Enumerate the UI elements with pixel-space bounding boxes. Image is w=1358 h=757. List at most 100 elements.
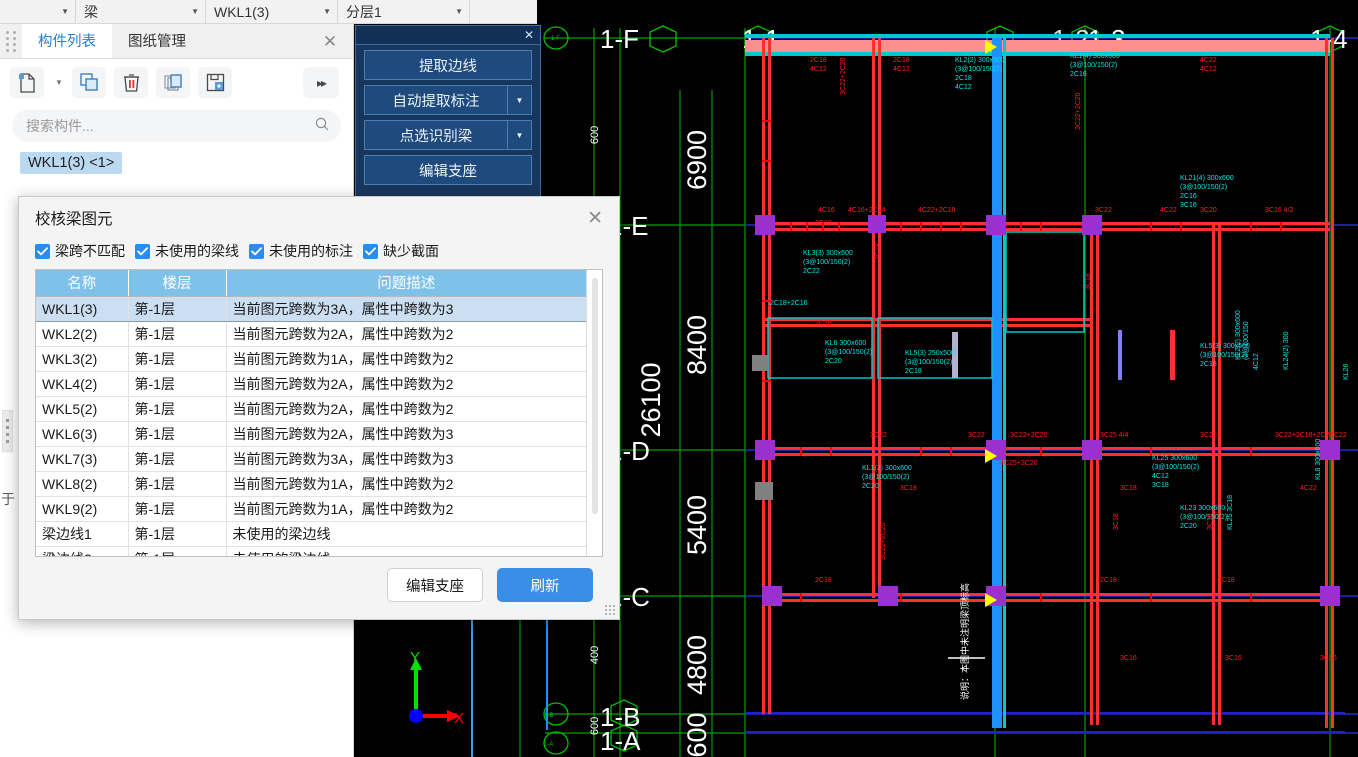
issue-table-scroll[interactable]: 名称 楼层 问题描述 WKL1(3) 第-1层 当前图元跨数为3A，属性中跨数为3 W… (36, 270, 586, 556)
svg-text:2C18+2C16: 2C18+2C16 (770, 300, 808, 307)
filter-unused-annotation[interactable]: 未使用的标注 (249, 241, 353, 261)
chevron-down-icon: ▼ (61, 7, 69, 16)
filter-span-mismatch[interactable]: 梁跨不匹配 (35, 241, 125, 261)
issue-floor: 第-1层 (128, 446, 227, 472)
checkbox-icon[interactable] (249, 243, 264, 259)
svg-text:4C16+2C14: 4C16+2C14 (848, 207, 886, 214)
table-row[interactable]: WKL7(3) 第-1层 当前图元跨数为3A，属性中跨数为3 (36, 446, 586, 472)
svg-text:4C12: 4C12 (1200, 66, 1217, 73)
svg-text:KL24(2) 300: KL24(2) 300 (1283, 331, 1290, 370)
table-row[interactable]: WKL6(3) 第-1层 当前图元跨数为2A，属性中跨数为3 (36, 421, 586, 447)
tab-drawing-management[interactable]: 图纸管理 (112, 24, 202, 58)
dropdown-layer[interactable]: 分层1 ▼ (338, 0, 470, 23)
duplicate-icon[interactable] (156, 67, 190, 98)
svg-text:KL8 300x600: KL8 300x600 (1315, 439, 1322, 480)
topbar-filler (470, 0, 537, 23)
issue-name: WKL8(2) (36, 471, 129, 497)
dialog-resize-grip[interactable] (605, 605, 615, 615)
svg-text:2C18: 2C18 (905, 368, 922, 375)
table-row[interactable]: 梁边线1 第-1层 未使用的梁边线 (36, 521, 586, 547)
scrollbar-thumb[interactable] (592, 278, 598, 514)
column-header-description[interactable]: 问题描述 (226, 270, 586, 297)
table-row[interactable]: WKL9(2) 第-1层 当前图元跨数为1A，属性中跨数为2 (36, 496, 586, 522)
copy-icon[interactable] (72, 67, 106, 98)
chevron-down-icon[interactable]: ▼ (507, 121, 531, 149)
close-icon[interactable]: ✕ (524, 29, 534, 41)
svg-text:2C16: 2C16 (1180, 193, 1197, 200)
svg-text:3C18: 3C18 (1152, 482, 1169, 489)
chevron-down-icon: ▼ (455, 7, 463, 16)
filter-missing-section[interactable]: 缺少截面 (363, 241, 439, 261)
pick-identify-beam-button[interactable]: 点选识别梁 ▼ (364, 120, 532, 150)
issue-description: 当前图元跨数为2A，属性中跨数为3 (226, 421, 586, 447)
dropdown-blank[interactable]: ▼ (0, 0, 76, 23)
delete-icon[interactable] (114, 67, 148, 98)
table-row[interactable]: WKL2(2) 第-1层 当前图元跨数为2A，属性中跨数为2 (36, 321, 586, 347)
issue-description: 未使用的梁边线 (226, 546, 586, 556)
search-component-box[interactable] (12, 110, 341, 142)
table-row[interactable]: WKL1(3) 第-1层 当前图元跨数为3A，属性中跨数为3 (36, 295, 586, 322)
table-row[interactable]: WKL3(2) 第-1层 当前图元跨数为1A，属性中跨数为2 (36, 346, 586, 372)
filter-missing-section-label: 缺少截面 (383, 243, 439, 259)
refresh-button[interactable]: 刷新 (497, 568, 593, 602)
issue-floor: 第-1层 (128, 371, 227, 397)
auto-extract-annotation-button[interactable]: 自动提取标注 ▼ (364, 85, 532, 115)
checkbox-icon[interactable] (363, 243, 378, 259)
dialog-titlebar[interactable]: 校核梁图元 ✕ (19, 197, 619, 239)
collapse-icon[interactable]: ▸▸ (303, 67, 339, 98)
tab-component-list[interactable]: 构件列表 (22, 24, 112, 58)
svg-text:4C12: 4C12 (1152, 473, 1169, 480)
svg-text:KL25 3C18: KL25 3C18 (1227, 495, 1234, 530)
dropdown-component-name[interactable]: WKL1(3) ▼ (206, 0, 338, 23)
svg-text:3C18: 3C18 (1120, 485, 1137, 492)
svg-text:2C20: 2C20 (862, 483, 879, 490)
cad-minor-dimension: 600 (589, 126, 601, 144)
svg-text:3C16: 3C16 (1120, 655, 1137, 662)
panel-vertical-resize-handle[interactable] (2, 410, 13, 452)
save-as-icon[interactable] (198, 67, 232, 98)
cad-axis-x-label: X (454, 710, 464, 727)
dropdown-layer-value: 分层1 (346, 3, 382, 20)
issue-description: 当前图元跨数为3A，属性中跨数为3 (226, 295, 586, 322)
table-scrollbar[interactable] (586, 270, 602, 556)
cad-dimension: 8400 (682, 315, 712, 375)
column-header-floor[interactable]: 楼层 (128, 270, 227, 297)
search-input[interactable] (26, 118, 315, 134)
table-row[interactable]: 梁边线2第-1层未使用的梁边线 (36, 546, 586, 556)
svg-text:3C22+2C18+2C20: 3C22+2C18+2C20 (1275, 432, 1333, 439)
new-component-dropdown-icon[interactable]: ▼ (52, 67, 66, 98)
edit-support-button[interactable]: 编辑支座 (387, 568, 483, 602)
list-item[interactable]: WKL1(3) <1> (20, 152, 123, 174)
column-header-name[interactable]: 名称 (36, 270, 129, 297)
panel-drag-handle[interactable] (0, 24, 22, 58)
cad-minor-dimension: 600 (589, 717, 601, 735)
dropdown-component-type[interactable]: 梁 ▼ (76, 0, 206, 23)
table-row[interactable]: WKL4(2) 第-1层 当前图元跨数为2A，属性中跨数为2 (36, 371, 586, 397)
svg-text:3C25: 3C25 (1200, 432, 1217, 439)
cad-grid-label: 1-A (600, 726, 641, 756)
svg-text:4C22: 4C22 (1160, 207, 1177, 214)
close-icon[interactable]: ✕ (583, 209, 607, 228)
cad-minor-dimension: 400 (589, 646, 601, 664)
filter-unused-annotation-label: 未使用的标注 (269, 243, 353, 259)
cad-tool-panel-titlebar[interactable]: ✕ (356, 26, 540, 45)
svg-text:2C18: 2C18 (810, 57, 827, 64)
svg-text:(3@100/150(2): (3@100/150(2) (1180, 514, 1227, 521)
svg-text:4C12: 4C12 (893, 66, 910, 73)
chevron-down-icon[interactable]: ▼ (507, 86, 531, 114)
svg-text:3C16: 3C16 (1320, 655, 1337, 662)
filter-unused-beam-line[interactable]: 未使用的梁线 (135, 241, 239, 261)
table-row[interactable]: WKL8(2) 第-1层 当前图元跨数为1A，属性中跨数为2 (36, 471, 586, 497)
svg-text:KL1(3) 300x600: KL1(3) 300x600 (862, 465, 912, 472)
checkbox-icon[interactable] (135, 243, 150, 259)
edit-support-button[interactable]: 编辑支座 (364, 155, 532, 185)
new-component-icon[interactable] (10, 67, 44, 98)
svg-text:3C18: 3C18 (1207, 513, 1214, 530)
close-icon[interactable]: ✕ (317, 24, 343, 59)
svg-text:KL3(3) 300x600: KL3(3) 300x600 (803, 250, 853, 257)
issue-name: WKL9(2) (36, 496, 129, 522)
extract-edge-button[interactable]: 提取边线 (364, 50, 532, 80)
issue-description: 当前图元跨数为2A，属性中跨数为2 (226, 396, 586, 422)
table-row[interactable]: WKL5(2) 第-1层 当前图元跨数为2A，属性中跨数为2 (36, 396, 586, 422)
checkbox-icon[interactable] (35, 243, 50, 259)
